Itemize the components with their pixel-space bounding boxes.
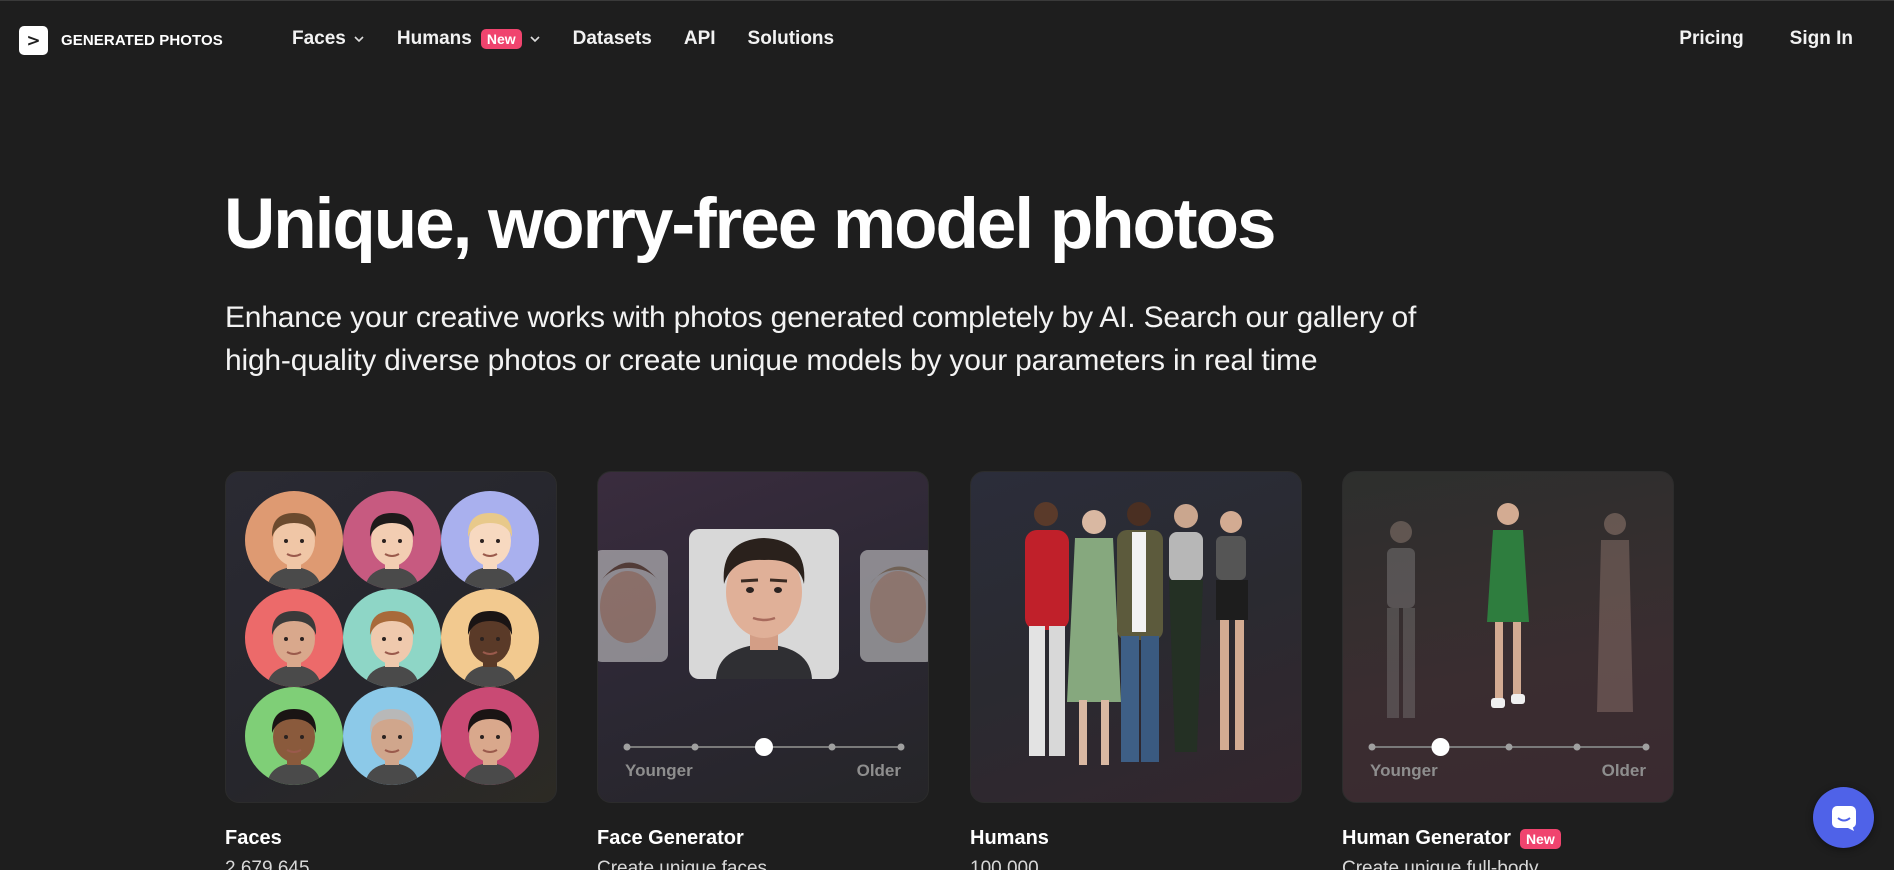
nav-item-faces[interactable]: Faces: [292, 28, 365, 50]
brand-name: GENERATED PHOTOS: [61, 32, 223, 49]
person-red-sweater: [1025, 502, 1069, 756]
face-thumbnail: [343, 491, 441, 589]
nav-item-label: Pricing: [1679, 28, 1744, 49]
new-badge: New: [480, 29, 522, 49]
hero-subtitle-line: Enhance your creative works with photos …: [225, 301, 1417, 334]
slider-thumb: [755, 738, 773, 756]
slider-label-older: Older: [1601, 761, 1646, 780]
card-title-face-generator[interactable]: Face Generator: [597, 827, 744, 850]
slider-label-younger: Younger: [1370, 761, 1438, 780]
card-desc-faces: 2,679,645 ...: [225, 858, 331, 870]
card-title-human-generator[interactable]: Human Generator New: [1342, 827, 1561, 850]
human-faded-left: [1387, 521, 1415, 718]
logo-icon: >: [19, 26, 48, 55]
card-title-label: Human Generator: [1342, 827, 1511, 849]
new-badge: New: [1519, 828, 1561, 849]
chevron-down-icon: [354, 36, 364, 43]
humans-card[interactable]: [970, 471, 1302, 803]
brand-logo[interactable]: > GENERATED PHOTOS: [19, 26, 223, 55]
pricing-link[interactable]: Pricing: [1679, 28, 1743, 50]
face-thumbnail: [441, 687, 539, 785]
person-grey-top: [1169, 504, 1203, 752]
face-generator-card[interactable]: Younger Older: [597, 471, 929, 803]
nav-item-label: Faces: [292, 28, 346, 49]
nav-item-solutions[interactable]: Solutions: [748, 28, 835, 50]
main-face: [689, 529, 839, 679]
face-thumbnail: [245, 491, 343, 589]
nav-item-label: API: [683, 28, 716, 49]
card-desc-human-generator: Create unique full-body ...: [1342, 858, 1560, 870]
person-black-shorts: [1216, 511, 1248, 750]
card-title-faces[interactable]: Faces: [225, 827, 282, 850]
nav-right: Pricing Sign In: [1633, 28, 1853, 50]
chat-button[interactable]: [1813, 787, 1874, 848]
faces-card[interactable]: [225, 471, 557, 803]
main-nav: Faces Humans New Datasets API Solutions: [292, 28, 866, 50]
person-green-dress: [1067, 510, 1121, 765]
hero-subtitle: Enhance your creative works with photos …: [225, 296, 1525, 382]
human-center: [1487, 503, 1529, 708]
chat-bubble-icon: [1831, 805, 1856, 831]
human-faded-right: [1597, 513, 1633, 712]
slider-thumb: [1431, 738, 1450, 756]
slider-label-older: Older: [856, 761, 901, 780]
face-thumbnail: [343, 687, 441, 785]
human-generator-card[interactable]: Younger Older: [1342, 471, 1674, 803]
nav-item-label: Sign In: [1789, 28, 1853, 49]
human-generator-illustration: [1368, 503, 1650, 756]
nav-item-label: Datasets: [572, 28, 652, 49]
nav-item-datasets[interactable]: Datasets: [573, 28, 652, 50]
nav-item-humans[interactable]: Humans New: [397, 28, 541, 50]
slider-label-younger: Younger: [625, 761, 693, 780]
face-thumbnail: [245, 687, 343, 785]
face-thumbnail: [245, 589, 343, 687]
hero-subtitle-line: high-quality diverse photos or create un…: [225, 344, 1318, 377]
card-title-humans[interactable]: Humans: [970, 827, 1049, 850]
face-generator-illustration: [598, 529, 928, 756]
site-header: > GENERATED PHOTOS Faces Humans New Data…: [0, 1, 1894, 77]
face-thumbnail: [441, 491, 539, 589]
side-face-left: [598, 550, 668, 662]
chevron-down-icon: [530, 36, 540, 43]
humans-illustration: [1025, 502, 1248, 765]
card-desc-humans: 100,000 ...: [970, 858, 1060, 870]
sign-in-link[interactable]: Sign In: [1790, 28, 1853, 50]
hero-title: Unique, worry-free model photos: [224, 185, 1276, 264]
face-thumbnail: [343, 589, 441, 687]
nav-item-label: Solutions: [747, 28, 835, 49]
card-desc-face-generator: Create unique faces ...: [597, 858, 789, 870]
person-olive-jacket: [1117, 502, 1163, 762]
face-grid: [245, 491, 539, 785]
nav-item-label: Humans: [396, 28, 472, 49]
nav-item-api[interactable]: API: [684, 28, 716, 50]
side-face-right: [860, 550, 928, 662]
face-thumbnail: [441, 589, 539, 687]
